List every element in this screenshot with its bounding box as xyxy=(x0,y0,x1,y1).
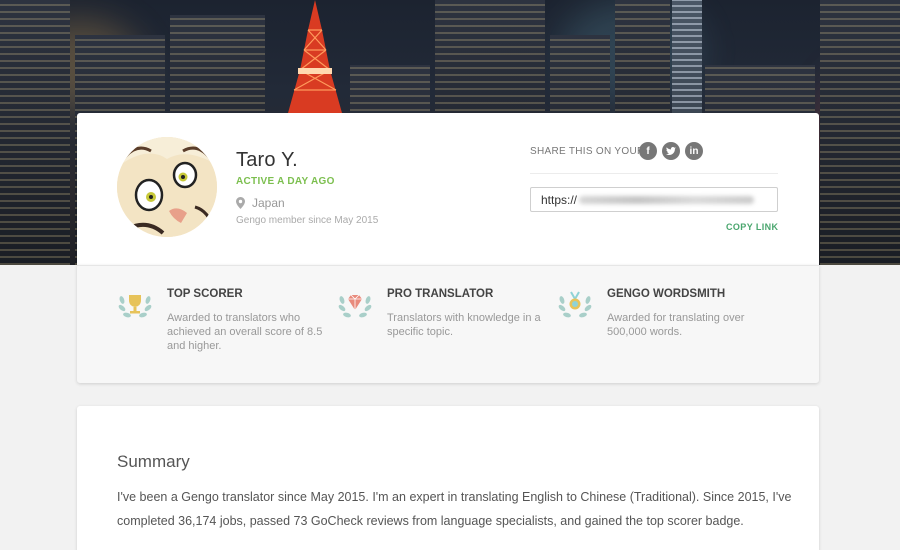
badge-description: Awarded to translators who achieved an o… xyxy=(167,312,323,352)
badge-title: PRO TRANSLATOR xyxy=(387,288,494,300)
badge-title: GENGO WORDSMITH xyxy=(607,288,726,300)
location: Japan xyxy=(236,196,285,210)
avatar[interactable] xyxy=(117,137,217,237)
location-label: Japan xyxy=(252,196,285,210)
badge-description: Translators with knowledge in a specific… xyxy=(387,312,541,338)
profile-card: Taro Y. ACTIVE A DAY AGO Japan Gengo mem… xyxy=(77,113,819,265)
twitter-icon[interactable] xyxy=(662,142,680,160)
facebook-icon[interactable]: f xyxy=(639,142,657,160)
diamond-icon xyxy=(338,294,372,318)
copy-link-button[interactable]: COPY LINK xyxy=(726,222,778,232)
member-since: Gengo member since May 2015 xyxy=(236,215,379,226)
share-link-text: https:// xyxy=(541,192,578,207)
share-divider xyxy=(530,173,778,174)
share-link-input[interactable]: https:// xyxy=(530,187,778,212)
profile-name: Taro Y. xyxy=(236,149,298,171)
badge-title: TOP SCORER xyxy=(167,288,243,300)
activity-status: ACTIVE A DAY AGO xyxy=(236,176,335,187)
summary-card: Summary I've been a Gengo translator sin… xyxy=(77,406,819,550)
redacted-url xyxy=(579,195,755,204)
share-label: SHARE THIS ON YOUR xyxy=(530,146,645,157)
trophy-icon xyxy=(118,295,152,318)
map-pin-icon xyxy=(236,197,245,209)
linkedin-icon[interactable]: in xyxy=(685,142,703,160)
badge-description: Awarded for translating over 500,000 wor… xyxy=(607,312,745,338)
summary-text: I've been a Gengo translator since May 2… xyxy=(117,490,792,528)
summary-title: Summary xyxy=(117,452,190,471)
avatar-image xyxy=(117,137,217,237)
tower-illustration xyxy=(288,0,342,113)
medal-icon xyxy=(558,291,592,318)
badges-panel: TOP SCORER Awarded to translators who ac… xyxy=(77,265,819,383)
